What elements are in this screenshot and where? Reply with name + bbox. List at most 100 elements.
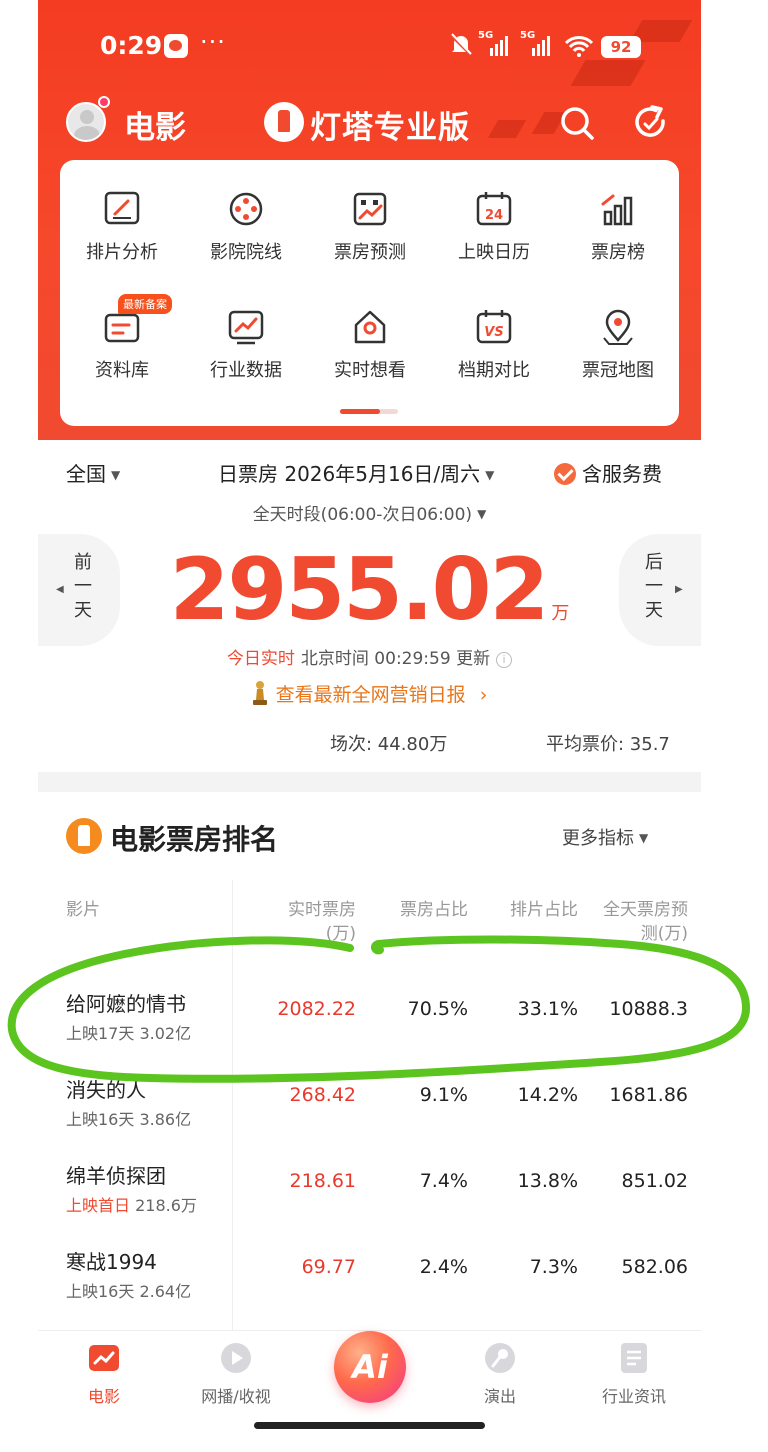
daily-forecast: 582.06 xyxy=(621,1256,688,1278)
caret-down-icon: ▼ xyxy=(477,507,487,521)
menu-item-label: 票冠地图 xyxy=(582,360,654,381)
region-selector[interactable]: 全国 ▼ xyxy=(66,458,120,487)
menu-item-want-to-see[interactable]: 实时想看 xyxy=(308,300,432,400)
film-title: 寒战1994 xyxy=(66,1250,157,1274)
header-box-office-share[interactable]: 票房占比 xyxy=(378,898,468,922)
sessions-stat: 场次: 44.80万 xyxy=(330,734,448,755)
notification-dot xyxy=(98,96,110,108)
table-row[interactable]: 给阿嬷的情书 上映17天 3.02亿 2082.22 70.5% 33.1% 1… xyxy=(38,988,701,1074)
table-row[interactable]: 绵羊侦探团 上映首日 218.6万 218.61 7.4% 13.8% 851.… xyxy=(38,1160,701,1246)
film-title: 绵羊侦探团 xyxy=(66,1164,166,1188)
box-office-share: 2.4% xyxy=(419,1256,468,1278)
menu-item-champion-map[interactable]: 票冠地图 xyxy=(556,300,680,400)
brand-title: 灯塔专业版 xyxy=(310,110,470,146)
menu-item-label: 票房榜 xyxy=(591,242,645,263)
tab-industry-news[interactable]: 行业资讯 xyxy=(574,1341,694,1407)
status-time: 0:29 xyxy=(100,31,163,60)
arrow-right-icon: ▶ xyxy=(675,584,683,595)
first-day-gross: 218.6万 xyxy=(135,1196,197,1215)
header-label: 测(万) xyxy=(640,924,688,944)
svg-text:VS: VS xyxy=(484,325,503,340)
service-fee-toggle[interactable]: 含服务费 xyxy=(554,458,662,487)
menu-item-industry-data[interactable]: 行业数据 xyxy=(184,300,308,400)
menu-item-label: 实时想看 xyxy=(334,360,406,381)
signal-icon: 5G xyxy=(520,30,562,58)
film-release-info: 上映首日 218.6万 xyxy=(66,1192,197,1216)
menu-item-ranking[interactable]: 票房榜 xyxy=(556,182,680,282)
tab-shows[interactable]: 演出 xyxy=(440,1341,560,1407)
date-label: 日票房 2026年5月16日/周六 xyxy=(218,462,481,486)
film-release-info: 上映16天 3.86亿 xyxy=(66,1110,192,1129)
menu-item-library[interactable]: 最新备案 资料库 xyxy=(60,294,184,400)
menu-item-period-compare[interactable]: VS 档期对比 xyxy=(432,300,556,400)
nav-title[interactable]: 电影 xyxy=(124,102,186,147)
feature-menu-card: 排片分析 影院院线 票房预测 24 上映日历 票房榜 最新备案 资料库 行业数据… xyxy=(60,160,679,426)
tab-streaming[interactable]: 网播/收视 xyxy=(176,1341,296,1407)
service-fee-label: 含服务费 xyxy=(582,462,662,486)
ranking-title: 电影票房排名 xyxy=(110,823,279,856)
daily-forecast: 10888.3 xyxy=(609,998,688,1020)
header-label: 实时票房 xyxy=(288,900,356,920)
header-film[interactable]: 影片 xyxy=(66,898,100,922)
section-divider xyxy=(38,772,701,792)
next-day-button[interactable]: 后一天 ▶ xyxy=(619,534,701,646)
menu-item-forecast[interactable]: 票房预测 xyxy=(308,182,432,282)
header-daily-forecast[interactable]: 全天票房预 测(万) xyxy=(584,898,688,946)
screening-share: 7.3% xyxy=(529,1256,578,1278)
screening-share: 13.8% xyxy=(517,1170,578,1192)
more-notifications-icon: ··· xyxy=(200,28,226,56)
lighthouse-logo-icon xyxy=(264,102,304,142)
header-screening-share[interactable]: 排片占比 xyxy=(488,898,578,922)
map-pin-icon xyxy=(603,309,633,345)
realtime-box-office: 2082.22 xyxy=(277,998,356,1020)
menu-item-calendar[interactable]: 24 上映日历 xyxy=(432,182,556,282)
forecast-icon xyxy=(353,192,387,226)
news-document-icon xyxy=(621,1343,647,1373)
play-circle-icon xyxy=(221,1343,251,1373)
header-label: 全天票房预 xyxy=(603,900,688,920)
ai-assistant-button[interactable]: Ai xyxy=(334,1331,406,1403)
report-link-label: 查看最新全网营销日报 xyxy=(275,684,466,706)
realtime-box-office: 218.61 xyxy=(289,1170,356,1192)
versus-icon: VS xyxy=(476,310,512,344)
box-office-share: 9.1% xyxy=(419,1084,468,1106)
tab-movies[interactable]: 电影 xyxy=(44,1341,164,1407)
menu-item-scheduling[interactable]: 排片分析 xyxy=(60,182,184,282)
calendar-icon: 24 xyxy=(476,192,512,226)
caret-down-icon: ▼ xyxy=(111,468,121,482)
table-row[interactable]: 寒战1994 上映16天 2.64亿 69.77 2.4% 7.3% 582.0… xyxy=(38,1246,701,1332)
time-period-selector[interactable]: 全天时段(06:00-次日06:00) ▼ xyxy=(38,500,701,525)
menu-item-label: 资料库 xyxy=(95,360,149,381)
battery-indicator: 92 xyxy=(601,36,641,58)
first-day-label: 上映首日 xyxy=(66,1196,131,1215)
film-release-info: 上映17天 3.02亿 xyxy=(66,1024,192,1043)
nav-bar: 电影 灯塔专业版 xyxy=(38,96,701,150)
box-office-ranking: 电影票房排名 更多指标 ▼ 影片 实时票房 (万) 票房占比 排片占比 全天票房预… xyxy=(38,792,701,1340)
menu-item-cinemas[interactable]: 影院院线 xyxy=(184,182,308,282)
marketing-report-link[interactable]: 查看最新全网营销日报 › xyxy=(38,680,701,707)
film-title: 给阿嬷的情书 xyxy=(66,992,186,1016)
caret-down-icon: ▼ xyxy=(485,468,495,482)
box-office-share: 70.5% xyxy=(407,998,468,1020)
mute-bell-icon xyxy=(450,33,472,57)
tab-label: 行业资讯 xyxy=(601,1387,666,1406)
box-office-share: 7.4% xyxy=(419,1170,468,1192)
menu-item-label: 上映日历 xyxy=(458,242,530,263)
more-metrics-button[interactable]: 更多指标 ▼ xyxy=(562,824,648,850)
refresh-icon[interactable] xyxy=(632,104,670,142)
menu-page-indicator xyxy=(340,409,398,414)
search-icon[interactable] xyxy=(558,104,596,142)
tab-label: 演出 xyxy=(483,1387,516,1406)
screening-share: 14.2% xyxy=(517,1084,578,1106)
header-realtime-box-office[interactable]: 实时票房 (万) xyxy=(260,898,356,946)
bar-chart-icon xyxy=(601,194,633,226)
avatar[interactable] xyxy=(66,102,106,142)
menu-item-label: 行业数据 xyxy=(210,360,282,381)
info-icon[interactable]: i xyxy=(496,652,513,668)
header-label: (万) xyxy=(325,924,356,944)
table-row[interactable]: 消失的人 上映16天 3.86亿 268.42 9.1% 14.2% 1681.… xyxy=(38,1074,701,1160)
lighthouse-logo-icon xyxy=(66,818,102,854)
box-office-unit: 万 xyxy=(551,603,570,624)
date-selector[interactable]: 日票房 2026年5月16日/周六 ▼ xyxy=(218,458,494,487)
microphone-icon xyxy=(485,1343,515,1373)
